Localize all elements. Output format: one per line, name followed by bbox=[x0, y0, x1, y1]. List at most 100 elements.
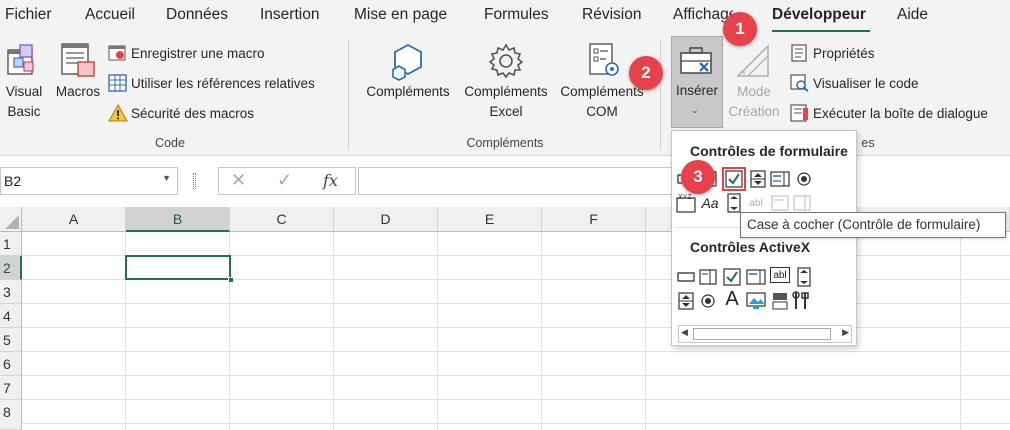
form-spin-button-control-icon[interactable] bbox=[748, 169, 768, 189]
gridline bbox=[22, 303, 1010, 304]
form-groupbox-control-icon[interactable]: XYZ bbox=[676, 193, 696, 213]
record-macro-icon bbox=[108, 45, 126, 61]
design-mode-icon bbox=[736, 44, 769, 77]
com-addins-icon bbox=[589, 43, 619, 76]
gridline bbox=[960, 232, 961, 430]
view-code-label: Visualiser le code bbox=[813, 75, 919, 91]
column-header-c[interactable]: C bbox=[230, 207, 334, 232]
activex-option-button-icon[interactable] bbox=[698, 291, 718, 311]
hexagon-addin-icon bbox=[392, 43, 422, 81]
cancel-icon[interactable]: ✕ bbox=[231, 170, 246, 191]
tab-developpeur[interactable]: Développeur bbox=[772, 6, 866, 24]
row-header-5[interactable]: 5 bbox=[0, 328, 22, 352]
select-all-triangle-icon bbox=[5, 215, 19, 229]
row-header-1[interactable]: 1 bbox=[0, 232, 22, 256]
macro-security-button[interactable]: Sécurité des macros bbox=[108, 102, 254, 124]
addins-group-label: Compléments bbox=[466, 136, 544, 150]
gridline bbox=[437, 232, 438, 430]
properties-icon bbox=[791, 44, 807, 62]
form-listbox-control-icon[interactable] bbox=[770, 169, 790, 189]
scroll-right-icon[interactable]: ▶ bbox=[842, 327, 849, 338]
name-box-value: B2 bbox=[4, 173, 22, 189]
form-scrollbar-control-icon[interactable] bbox=[724, 193, 744, 213]
row-header-6[interactable]: 6 bbox=[0, 352, 22, 376]
insert-button[interactable]: Insérer ⌄ bbox=[671, 36, 723, 128]
gridline bbox=[22, 327, 1010, 328]
step-badge-3: 3 bbox=[681, 160, 715, 194]
row-header-3[interactable]: 3 bbox=[0, 280, 22, 304]
tab-insertion[interactable]: Insertion bbox=[260, 6, 319, 24]
formula-input[interactable] bbox=[358, 167, 678, 195]
row-header-2[interactable]: 2 bbox=[0, 256, 22, 280]
column-header-a[interactable]: A bbox=[22, 207, 126, 232]
relative-references-label: Utiliser les références relatives bbox=[131, 75, 315, 91]
xyz-label: XYZ bbox=[678, 194, 692, 201]
activex-image-icon[interactable] bbox=[746, 291, 766, 311]
form-label-control-icon[interactable]: Aa bbox=[698, 193, 722, 213]
activex-listbox-icon[interactable] bbox=[746, 267, 766, 287]
checkbox-tooltip: Case à cocher (Contrôle de formulaire) bbox=[740, 212, 1006, 238]
view-code-button[interactable]: Visualiser le code bbox=[790, 72, 919, 94]
form-option-button-control-icon[interactable] bbox=[794, 169, 814, 189]
design-mode-button[interactable]: Mode Création bbox=[726, 38, 782, 128]
resize-handle[interactable] bbox=[193, 173, 196, 189]
more-controls-tools-icon[interactable] bbox=[792, 291, 812, 311]
activex-combobox-icon[interactable] bbox=[698, 267, 718, 287]
row-header-4[interactable]: 4 bbox=[0, 304, 22, 328]
activex-checkbox-icon[interactable] bbox=[722, 267, 742, 287]
column-header-f[interactable]: F bbox=[542, 207, 646, 232]
tab-mise-en-page[interactable]: Mise en page bbox=[354, 6, 447, 24]
row-header-8[interactable]: 8 bbox=[0, 400, 22, 430]
tab-revision[interactable]: Révision bbox=[582, 6, 641, 24]
activex-toggle-button-icon[interactable] bbox=[770, 291, 790, 311]
formula-bar: B2 ▼ ✕ ✓ fx bbox=[0, 160, 1010, 202]
activex-scrollbar-icon[interactable] bbox=[794, 267, 814, 287]
form-combo-list-disabled-icon bbox=[770, 193, 790, 213]
controls-group-label: es bbox=[861, 136, 875, 150]
insert-function-button[interactable]: fx bbox=[323, 171, 338, 190]
complements-label: Compléments bbox=[366, 84, 450, 99]
gridline bbox=[22, 351, 1010, 352]
activex-label-icon[interactable]: A bbox=[722, 288, 742, 310]
record-macro-button[interactable]: Enregistrer une macro bbox=[108, 42, 265, 64]
tab-donnees[interactable]: Données bbox=[166, 6, 228, 24]
fill-handle[interactable] bbox=[228, 277, 234, 283]
relative-references-button[interactable]: Utiliser les références relatives bbox=[108, 72, 315, 94]
gear-icon bbox=[488, 43, 524, 79]
name-box[interactable]: B2 ▼ bbox=[0, 167, 178, 195]
activex-button-icon[interactable] bbox=[676, 267, 696, 287]
macros-label: Macros bbox=[55, 84, 101, 99]
scroll-left-icon[interactable]: ◀ bbox=[681, 327, 688, 338]
gridline bbox=[541, 232, 542, 430]
active-cell-b2[interactable] bbox=[125, 255, 231, 280]
column-header-d[interactable]: D bbox=[334, 207, 438, 232]
run-dialog-label: Exécuter la boîte de dialogue bbox=[813, 105, 988, 121]
dropdown-horizontal-scrollbar[interactable]: ◀ ▶ bbox=[678, 325, 852, 343]
column-header-b[interactable]: B bbox=[126, 207, 230, 232]
properties-label: Propriétés bbox=[813, 45, 875, 61]
form-checkbox-control-icon[interactable] bbox=[722, 167, 746, 191]
row-header-7[interactable]: 7 bbox=[0, 376, 22, 400]
table-grid-icon bbox=[108, 74, 127, 92]
scrollbar-thumb[interactable] bbox=[693, 328, 831, 340]
excel-addins-label: Compléments Excel bbox=[464, 84, 548, 119]
activex-spin-button-icon[interactable] bbox=[676, 291, 696, 311]
chevron-down-icon[interactable]: ▼ bbox=[162, 173, 171, 183]
tab-accueil[interactable]: Accueil bbox=[85, 6, 135, 24]
activex-textbox-icon[interactable]: abl bbox=[770, 267, 790, 283]
gridline bbox=[22, 423, 1010, 424]
tab-aide[interactable]: Aide bbox=[897, 6, 928, 24]
visual-basic-icon bbox=[7, 44, 34, 75]
select-all-button[interactable] bbox=[0, 207, 22, 232]
tab-fichier[interactable]: Fichier bbox=[5, 6, 52, 24]
gridline bbox=[645, 232, 646, 430]
gridline bbox=[333, 232, 334, 430]
tab-formules[interactable]: Formules bbox=[484, 6, 549, 24]
column-header-e[interactable]: E bbox=[438, 207, 542, 232]
properties-button[interactable]: Propriétés bbox=[790, 42, 875, 64]
record-macro-label: Enregistrer une macro bbox=[131, 45, 265, 61]
enter-icon[interactable]: ✓ bbox=[277, 170, 292, 191]
run-dialog-button[interactable]: Exécuter la boîte de dialogue bbox=[790, 102, 988, 124]
com-addins-label: Compléments COM bbox=[560, 84, 644, 119]
group-separator bbox=[660, 40, 661, 150]
